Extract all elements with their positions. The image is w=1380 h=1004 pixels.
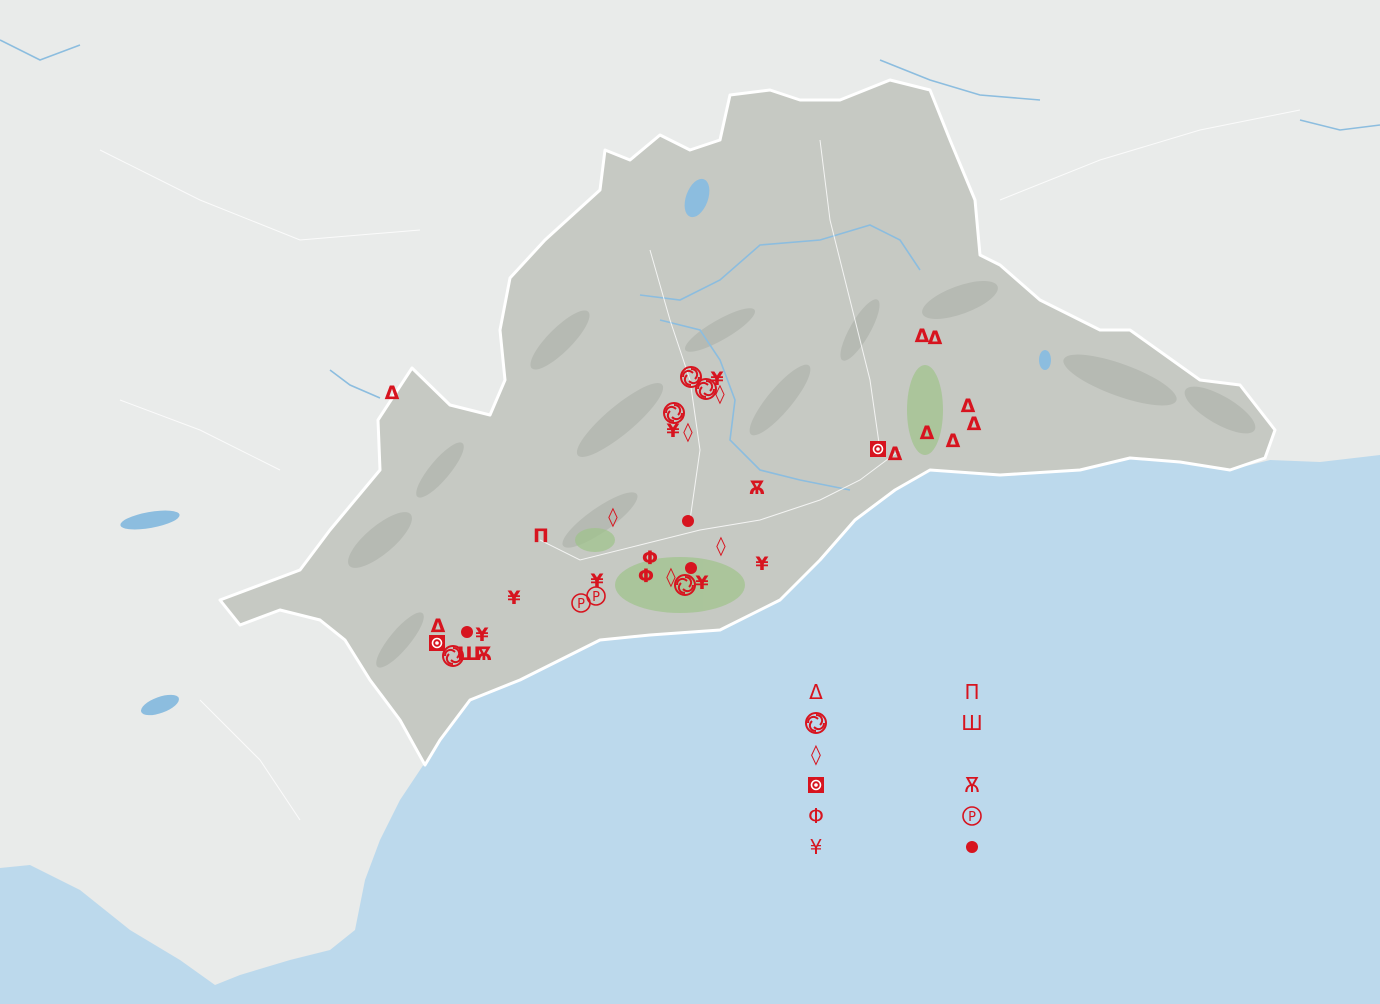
map-marker-square-dot bbox=[428, 634, 446, 652]
map-marker-triangle: Δ bbox=[385, 382, 400, 404]
map-marker-triangle: Δ bbox=[946, 430, 961, 452]
map-marker-dot bbox=[685, 562, 697, 574]
map-marker-yen: ¥ bbox=[755, 553, 768, 575]
map-marker-dot bbox=[461, 626, 473, 638]
legend-symbol-pi: Π bbox=[964, 680, 979, 704]
legend-symbol-triangle: Δ bbox=[809, 680, 823, 704]
map-marker-yus: Ѫ bbox=[749, 477, 765, 499]
svg-text:P: P bbox=[592, 590, 600, 605]
map-marker-triangle: Δ bbox=[431, 615, 446, 637]
map-marker-triangle: Δ bbox=[967, 413, 982, 435]
legend-symbol-diamond: ◊ bbox=[811, 742, 821, 766]
map-marker-square-dot bbox=[869, 440, 887, 458]
legend-symbol-yen: ¥ bbox=[810, 835, 823, 859]
map-marker-diamond: ◊ bbox=[715, 383, 725, 405]
legend-symbol-w: Ш bbox=[961, 711, 982, 735]
legend-symbol-yus: Ѫ bbox=[964, 773, 980, 797]
map-marker-pi: Π bbox=[533, 525, 549, 547]
legend-symbol-square-dot bbox=[807, 776, 825, 794]
svg-text:P: P bbox=[577, 597, 585, 612]
map-marker-diamond: ◊ bbox=[608, 506, 618, 528]
map-marker-diamond: ◊ bbox=[716, 535, 726, 557]
map-marker-triangle: Δ bbox=[888, 443, 903, 465]
map-marker-yen: ¥ bbox=[695, 572, 708, 594]
map-marker-dot bbox=[682, 515, 694, 527]
map-marker-triangle: Δ bbox=[920, 422, 935, 444]
legend-symbol-phi: Φ bbox=[808, 804, 824, 828]
map-marker-diamond: ◊ bbox=[683, 421, 693, 443]
map-marker-yen: ¥ bbox=[507, 587, 520, 609]
legend-symbol-dot bbox=[966, 841, 978, 853]
map-marker-phi: Φ bbox=[638, 565, 654, 587]
svg-text:P: P bbox=[968, 810, 976, 825]
map-canvas: ΔΔΔΔΔΔ ΔΔΔ¥¥¥¥ ¥¥¥◊◊◊◊◊ΦΦΠѪѪШP P Δ◊Φ¥ΠШѪP bbox=[0, 39, 1380, 1004]
map-marker-triangle: Δ bbox=[928, 327, 943, 349]
